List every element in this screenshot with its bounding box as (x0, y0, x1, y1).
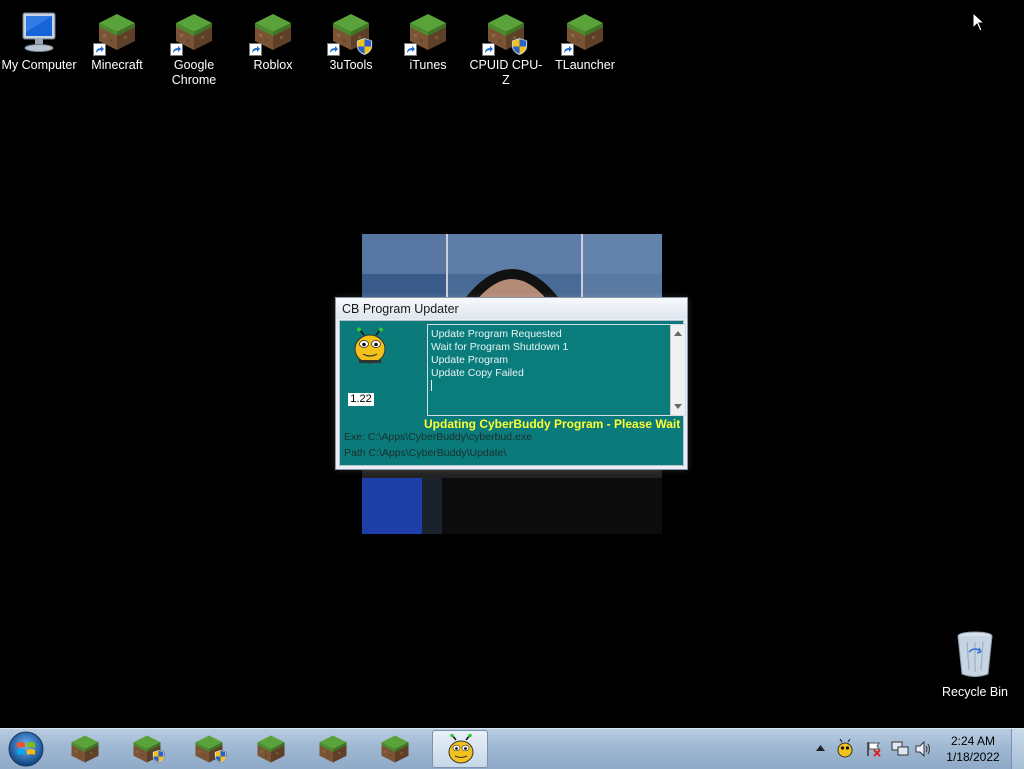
desktop-icon-glyph (170, 8, 218, 56)
update-path-text: Path C:\Apps\CyberBuddy\Update\ (344, 447, 507, 459)
cyberbuddy-tray-icon[interactable] (835, 739, 855, 759)
desktop-icon-label: Roblox (253, 58, 293, 72)
desktop-icon-label: 3uTools (329, 58, 373, 72)
desktop-icon-itunes[interactable]: iTunes (389, 2, 467, 73)
log-lines: Update Program Requested Wait for Program… (431, 328, 568, 380)
cyberbuddy-bug-icon (354, 327, 386, 364)
start-button[interactable] (6, 730, 46, 768)
cb-program-updater-window: CB Program Updater 1.22 Update Program R… (335, 297, 688, 470)
shortcut-arrow-icon (93, 43, 106, 56)
taskbar-button-6[interactable] (371, 730, 427, 768)
uac-shield-icon (511, 37, 528, 56)
taskbar-button-4[interactable] (247, 730, 303, 768)
log-line: Wait for Program Shutdown 1 (431, 341, 569, 353)
desktop-icon-label: Minecraft (91, 58, 143, 72)
desktop-icon-my-computer[interactable]: My Computer (0, 2, 78, 73)
dialog-body: 1.22 Update Program Requested Wait for Pr… (339, 320, 686, 466)
action-center-flag-icon[interactable] (866, 741, 882, 757)
scroll-up-icon[interactable] (674, 331, 682, 336)
desktop-icon-3utools[interactable]: 3uTools (312, 2, 390, 73)
minecraft-icon (257, 735, 285, 763)
log-line: Update Program Requested (431, 328, 562, 340)
uac-shield-icon (214, 749, 227, 764)
taskbar-button-1[interactable] (61, 730, 117, 768)
taskbar-button-5[interactable] (309, 730, 365, 768)
desktop-icon-glyph (561, 8, 609, 56)
version-label: 1.22 (348, 393, 374, 406)
shortcut-arrow-icon (404, 43, 417, 56)
exe-path-text: Exe: C:\Apps\CyberBuddy\cyberbud.exe (344, 431, 532, 443)
network-icon[interactable] (891, 740, 909, 758)
clock-date: 1/18/2022 (946, 750, 1000, 764)
desktop-icon-cpuid-cpu-z[interactable]: CPUID CPU-Z (467, 2, 545, 88)
mouse-cursor-icon (972, 12, 986, 32)
minecraft-icon (71, 735, 99, 763)
window-title[interactable]: CB Program Updater (336, 298, 687, 319)
desktop-icon-label: TLauncher (555, 58, 615, 72)
system-clock[interactable]: 2:24 AM 1/18/2022 (930, 733, 1016, 765)
desktop-icon-roblox[interactable]: Roblox (234, 2, 312, 73)
shortcut-arrow-icon (327, 43, 340, 56)
shortcut-arrow-icon (561, 43, 574, 56)
uac-shield-icon (356, 37, 373, 56)
shortcut-arrow-icon (249, 43, 262, 56)
text-caret (431, 380, 432, 391)
desktop-icon-google-chrome[interactable]: Google Chrome (155, 2, 233, 88)
minecraft-icon (381, 735, 409, 763)
taskbar-button-2[interactable] (123, 730, 179, 768)
desktop-icon-minecraft[interactable]: Minecraft (78, 2, 156, 73)
desktop-icon-label: CPUID CPU-Z (469, 58, 543, 87)
update-log-textbox[interactable]: Update Program Requested Wait for Program… (427, 324, 686, 416)
scroll-down-icon[interactable] (674, 404, 682, 409)
recycle-bin-icon (957, 631, 993, 677)
show-hidden-icons-arrow-icon[interactable] (816, 745, 825, 751)
log-line: Update Program (431, 354, 509, 366)
log-scrollbar[interactable] (670, 325, 685, 415)
taskbar-button-7[interactable] (432, 730, 488, 768)
desktop-icon-label: My Computer (1, 58, 77, 72)
shortcut-arrow-icon (170, 43, 183, 56)
desktop-icon-label: iTunes (409, 58, 447, 72)
cyberbuddy-icon (448, 734, 474, 764)
desktop-icon-glyph (93, 8, 141, 56)
taskbar-button-3[interactable] (185, 730, 241, 768)
uac-shield-icon (152, 749, 165, 764)
desktop-icon-tlauncher[interactable]: TLauncher (546, 2, 624, 73)
desktop-icon-glyph (482, 8, 530, 56)
update-status-text: Updating CyberBuddy Program - Please Wai… (424, 417, 681, 431)
show-desktop-button[interactable] (1011, 729, 1024, 769)
desktop-icon-glyph (249, 8, 297, 56)
minecraft-icon (319, 735, 347, 763)
desktop-icon-label: Google Chrome (171, 58, 217, 87)
my-computer-icon (22, 12, 56, 52)
shortcut-arrow-icon (482, 43, 495, 56)
recycle-bin-label: Recycle Bin (942, 685, 1008, 699)
recycle-bin-shortcut[interactable]: Recycle Bin (940, 630, 1010, 699)
desktop-icon-glyph (15, 8, 63, 56)
log-line: Update Copy Failed (431, 367, 524, 379)
desktop-icon-glyph (327, 8, 375, 56)
desktop-icon-glyph (404, 8, 452, 56)
clock-time: 2:24 AM (950, 734, 996, 748)
taskbar: 2:24 AM 1/18/2022 (0, 728, 1024, 769)
